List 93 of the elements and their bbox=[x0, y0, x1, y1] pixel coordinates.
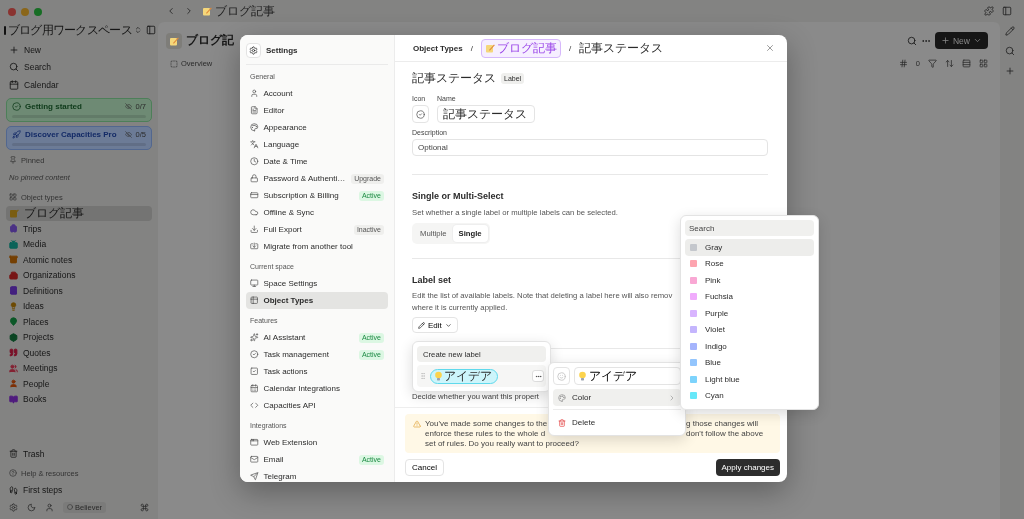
breadcrumb-item[interactable]: ブログ記事 bbox=[215, 2, 275, 20]
object-type-item[interactable]: Ideas bbox=[6, 298, 152, 314]
dialog-title: Settings bbox=[266, 46, 298, 55]
settings-nav-item[interactable]: Calendar Integrations bbox=[246, 380, 388, 397]
nav-label: Offline & Sync bbox=[263, 208, 315, 217]
settings-nav-item[interactable]: Language bbox=[246, 136, 388, 153]
card-title: Discover Capacities Pro bbox=[25, 129, 117, 139]
settings-nav-item[interactable]: Web Extension bbox=[246, 434, 388, 451]
object-type-item[interactable]: Definitions bbox=[6, 283, 152, 299]
settings-nav-item[interactable]: Space Settings bbox=[246, 275, 388, 292]
sidebar-action[interactable]: Calendar bbox=[6, 76, 152, 94]
settings-nav-item[interactable]: Telegram bbox=[246, 468, 388, 482]
color-option[interactable]: Rose bbox=[685, 255, 814, 272]
breadcrumb-separator: / bbox=[470, 43, 473, 53]
page-title: ブログ記 bbox=[186, 32, 234, 49]
label-row[interactable]: アイデア bbox=[417, 365, 546, 387]
color-option[interactable]: Fuchsia bbox=[685, 288, 814, 305]
warning-text: don't follow the above bbox=[686, 429, 764, 438]
nav-label: Date & Time bbox=[263, 157, 308, 166]
cancel-button[interactable]: Cancel bbox=[405, 459, 444, 476]
nav-label: Web Extension bbox=[263, 438, 318, 447]
nav-label: Editor bbox=[263, 106, 285, 115]
nav-label: Task management bbox=[263, 350, 329, 359]
object-type-item[interactable]: Meetings bbox=[6, 360, 152, 376]
object-type-item[interactable]: Organizations bbox=[6, 267, 152, 283]
breadcrumb-separator: / bbox=[568, 43, 572, 53]
object-type-chip[interactable]: ブログ記事 bbox=[480, 38, 561, 58]
label-chip: アイデア bbox=[430, 368, 498, 384]
section-title: Label set bbox=[412, 275, 451, 287]
color-option[interactable]: Gray bbox=[685, 239, 814, 256]
color-option[interactable]: Cyan bbox=[685, 387, 814, 404]
nav-label: Appearance bbox=[263, 123, 307, 132]
settings-nav-item[interactable]: Object Types bbox=[246, 292, 388, 309]
color-option[interactable]: Blue bbox=[685, 354, 814, 371]
settings-nav-item[interactable]: Date & Time bbox=[246, 153, 388, 170]
nav-label: Language bbox=[263, 140, 300, 149]
menu-item[interactable]: Delete bbox=[553, 414, 681, 431]
settings-nav-item[interactable]: Appearance bbox=[246, 119, 388, 136]
nav-label: Full Export bbox=[263, 225, 302, 234]
edit-button[interactable]: Edit bbox=[412, 317, 458, 333]
object-type-item[interactable]: Atomic notes bbox=[6, 252, 152, 268]
color-option[interactable]: Light blue bbox=[685, 371, 814, 388]
color-option[interactable]: Violet bbox=[685, 321, 814, 338]
apply-button[interactable]: Apply changes bbox=[715, 459, 780, 476]
color-option[interactable]: Purple bbox=[685, 305, 814, 322]
nav-label: Account bbox=[263, 89, 293, 98]
settings-nav-item[interactable]: Migrate from another tool bbox=[246, 238, 388, 255]
warning-text: g those changes will bbox=[686, 419, 759, 428]
description-field[interactable]: Optional bbox=[412, 139, 768, 156]
nav-label: Migrate from another tool bbox=[263, 242, 353, 251]
name-field[interactable]: 記事ステータス bbox=[437, 105, 535, 123]
settings-nav-item[interactable]: Offline & Sync bbox=[246, 204, 388, 221]
new-button[interactable]: New bbox=[935, 32, 988, 49]
warning-text: You've made some changes to the bbox=[425, 419, 548, 428]
settings-nav-item[interactable]: Capacities API bbox=[246, 397, 388, 414]
nav-label: Task actions bbox=[263, 367, 308, 376]
object-type-item[interactable]: Trips bbox=[6, 221, 152, 237]
card-title: Getting started bbox=[25, 101, 82, 111]
nav-label: Capacities API bbox=[263, 401, 316, 410]
breadcrumb-link[interactable]: Object Types bbox=[413, 43, 463, 53]
settings-nav-item[interactable]: Account bbox=[246, 85, 388, 102]
nav-label: AI Assistant bbox=[263, 333, 306, 342]
warning-text: enforce these rules to the whole d bbox=[425, 429, 546, 438]
nav-label: Email bbox=[263, 455, 284, 464]
object-type-item[interactable]: Quotes bbox=[6, 345, 152, 361]
color-option[interactable]: Pink bbox=[685, 272, 814, 289]
object-type-item[interactable]: ブログ記事 bbox=[6, 205, 152, 221]
nav-label: Space Settings bbox=[263, 279, 318, 288]
sidebar-action[interactable]: New bbox=[6, 41, 152, 59]
property-title: 記事ステータス bbox=[412, 69, 496, 87]
object-type-item[interactable]: Books bbox=[6, 391, 152, 407]
label-name-field[interactable]: アイデア bbox=[574, 367, 681, 385]
first-steps-link[interactable]: First steps bbox=[6, 481, 152, 499]
warning-text: set of rules. Do you really want to proceed? bbox=[425, 439, 579, 448]
trash-link[interactable]: Trash bbox=[6, 445, 152, 463]
section-title: Single or Multi-Select bbox=[412, 191, 504, 203]
nav-label: Object Types bbox=[263, 296, 314, 305]
sidebar-action[interactable]: Search bbox=[6, 58, 152, 76]
settings-nav-item[interactable]: Editor bbox=[246, 102, 388, 119]
breadcrumb-current: 記事ステータス bbox=[579, 39, 664, 57]
nav-label: Calendar Integrations bbox=[263, 384, 340, 393]
object-type-item[interactable]: Projects bbox=[6, 329, 152, 345]
menu-item[interactable]: Color bbox=[553, 389, 681, 406]
object-type-item[interactable]: People bbox=[6, 376, 152, 392]
nav-label: Password & Authenti… bbox=[263, 174, 346, 183]
color-option[interactable]: Indigo bbox=[685, 338, 814, 355]
workspace-name[interactable]: ブログ用ワークスペース bbox=[7, 22, 132, 38]
object-type-item[interactable]: Places bbox=[6, 314, 152, 330]
object-type-item[interactable]: Media bbox=[6, 236, 152, 252]
nav-label: Subscription & Billing bbox=[263, 191, 339, 200]
nav-label: Telegram bbox=[263, 472, 297, 481]
search-field[interactable]: Search bbox=[685, 220, 814, 236]
settings-nav-item[interactable]: Task actions bbox=[246, 363, 388, 380]
